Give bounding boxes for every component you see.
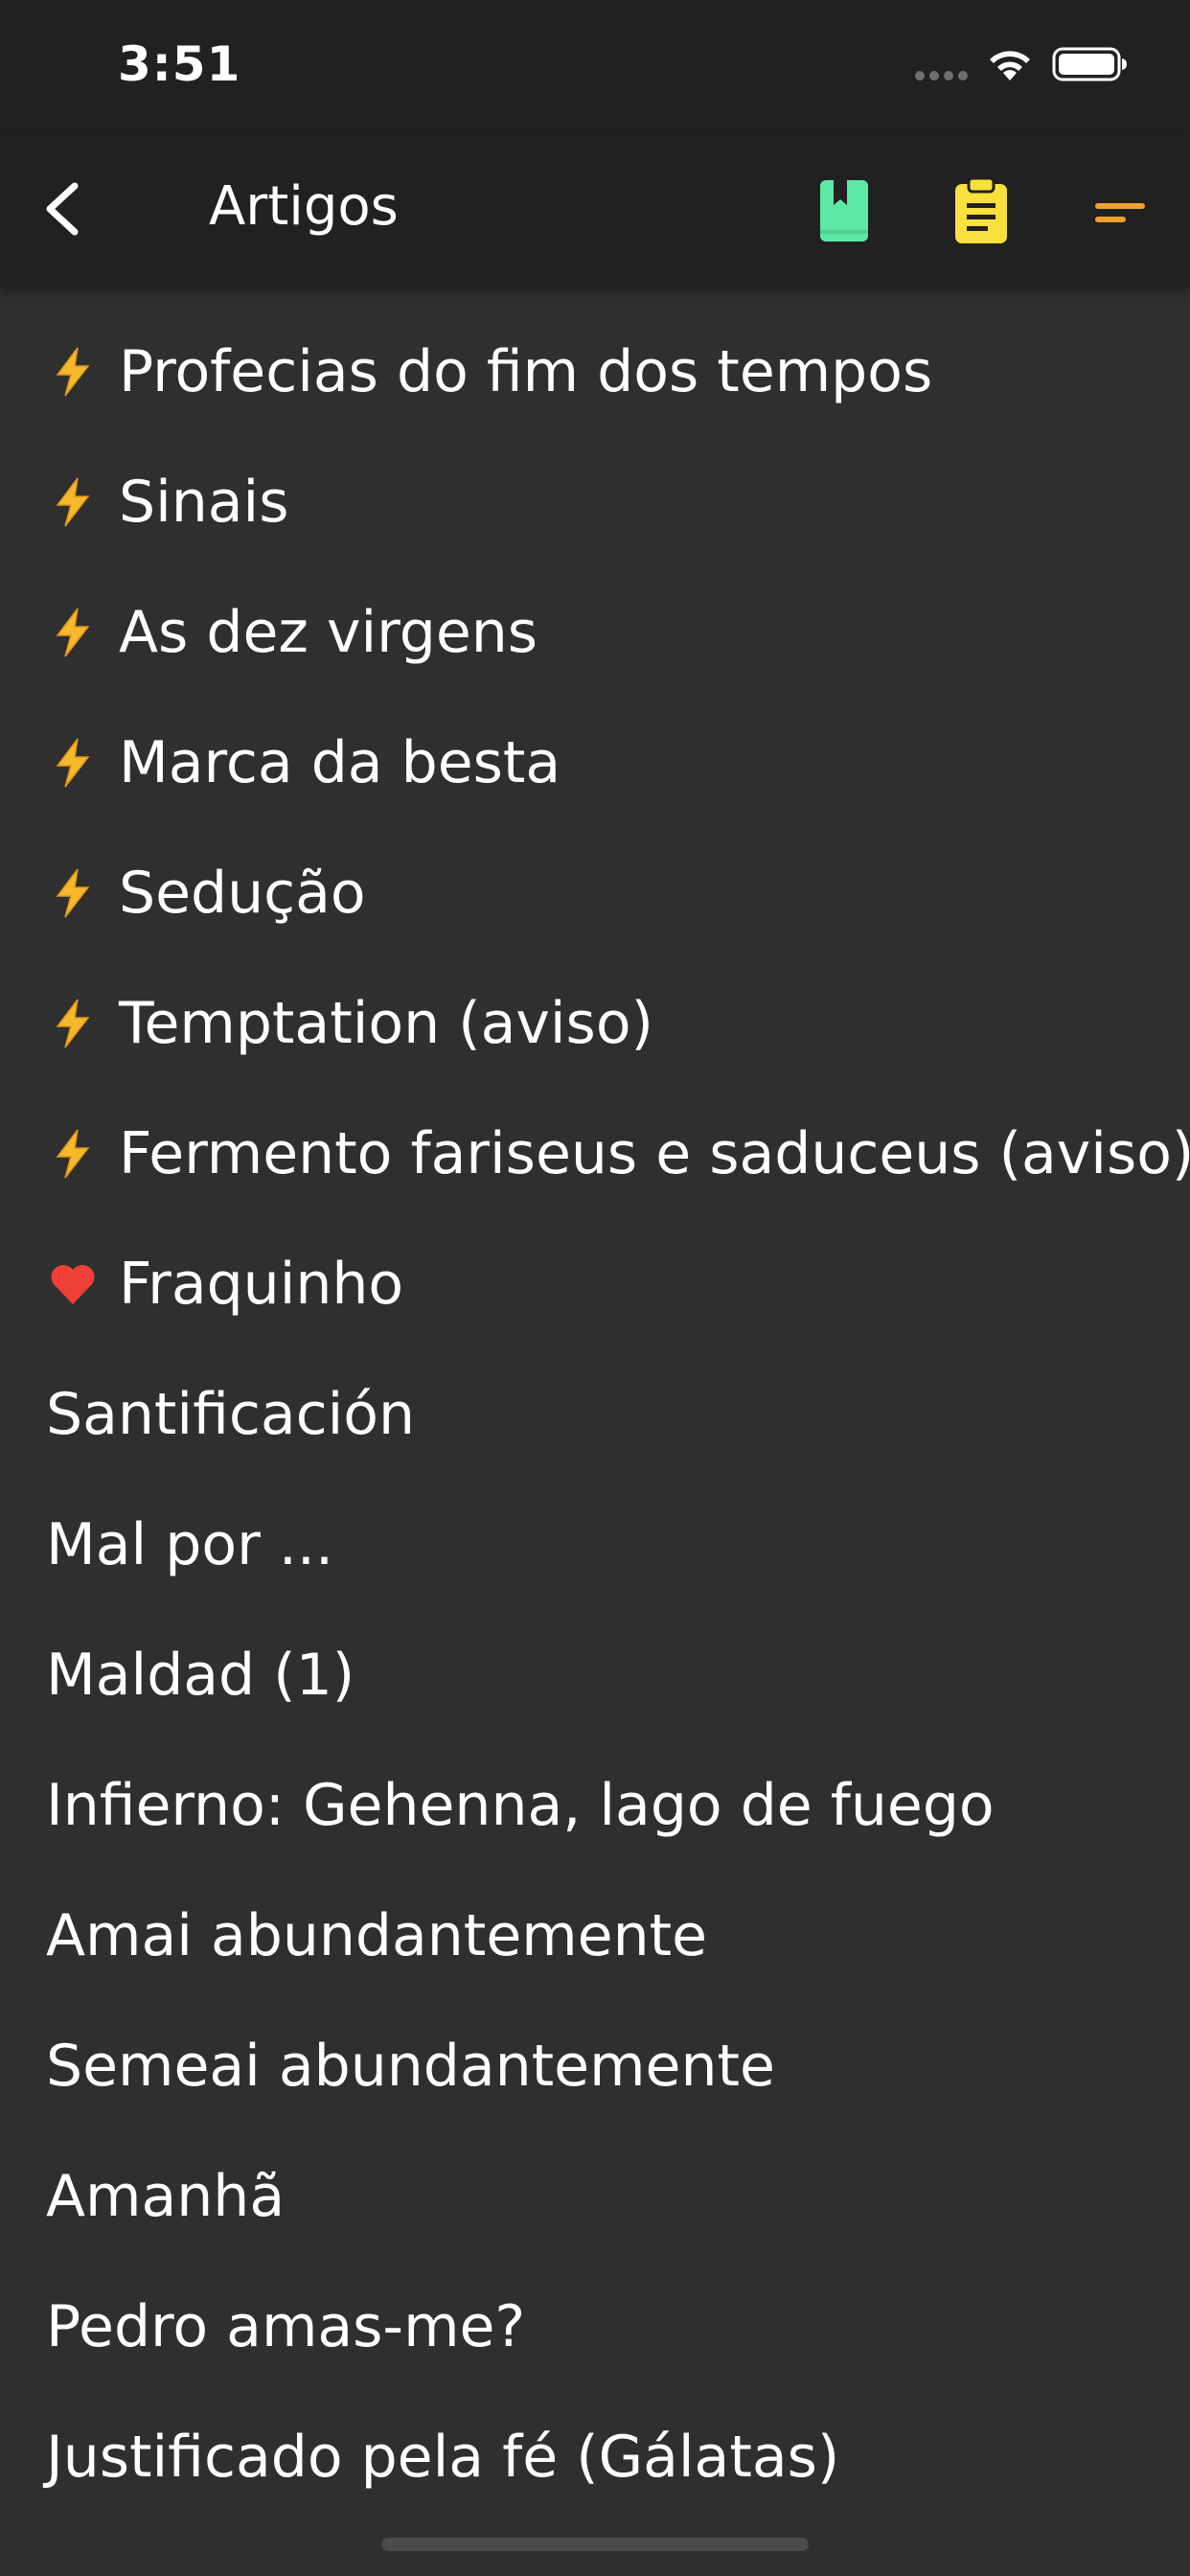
article-title: Justificado pela fé (Gálatas) bbox=[46, 2424, 840, 2491]
article-title: Marca da besta bbox=[119, 729, 561, 796]
lightning-icon bbox=[56, 477, 90, 527]
list-item[interactable]: Profecias do fim dos tempos bbox=[0, 303, 1190, 441]
list-item[interactable]: Sedução bbox=[0, 824, 1190, 962]
list-item[interactable]: As dez virgens bbox=[0, 564, 1190, 702]
lightning-icon bbox=[56, 608, 90, 657]
page-title: Artigos bbox=[209, 175, 399, 238]
bookmarks-button[interactable] bbox=[811, 172, 878, 249]
clipboard-list-icon bbox=[955, 176, 1007, 243]
book-bookmark-icon bbox=[820, 180, 868, 242]
article-title: Sinais bbox=[119, 469, 289, 536]
status-bar: 3:51 bbox=[0, 0, 1190, 134]
home-indicator[interactable] bbox=[381, 2538, 809, 2551]
list-item[interactable]: Maldad (1) bbox=[0, 1606, 1190, 1744]
notes-button[interactable] bbox=[948, 172, 1015, 249]
heart-icon bbox=[51, 1265, 95, 1304]
article-title: Infierno: Gehenna, lago de fuego bbox=[46, 1772, 995, 1839]
articles-list: Profecias do fim dos tempos Sinais As dez … bbox=[0, 288, 1190, 2526]
lightning-icon bbox=[56, 347, 90, 397]
back-button[interactable] bbox=[34, 171, 92, 247]
article-title: Amai abundantemente bbox=[46, 1902, 708, 1969]
list-item[interactable]: Semeai abundantemente bbox=[0, 1997, 1190, 2135]
list-item[interactable]: Sinais bbox=[0, 433, 1190, 571]
list-item[interactable]: Amai abundantemente bbox=[0, 1867, 1190, 2005]
list-item[interactable]: Infierno: Gehenna, lago de fuego bbox=[0, 1736, 1190, 1874]
lightning-icon bbox=[56, 868, 90, 918]
lightning-icon bbox=[56, 738, 90, 788]
list-item[interactable]: Amanhã bbox=[0, 2128, 1190, 2266]
article-title: Temptation (aviso) bbox=[119, 990, 653, 1057]
article-title: Profecias do fim dos tempos bbox=[119, 338, 933, 405]
article-title: Fermento fariseus e saduceus (aviso) bbox=[119, 1120, 1190, 1187]
article-title: As dez virgens bbox=[119, 599, 538, 666]
article-title: Fraquinho bbox=[119, 1251, 404, 1318]
navigation-bar: Artigos bbox=[0, 134, 1190, 288]
battery-icon bbox=[1052, 47, 1127, 81]
sort-lines-icon bbox=[1095, 203, 1145, 222]
article-title: Semeai abundantemente bbox=[46, 2033, 775, 2100]
article-title: Sedução bbox=[119, 860, 366, 927]
wifi-icon bbox=[990, 51, 1030, 80]
cellular-signal-icon bbox=[915, 71, 969, 80]
list-item[interactable]: Temptation (aviso) bbox=[0, 954, 1190, 1092]
lightning-icon bbox=[56, 999, 90, 1048]
sort-button[interactable] bbox=[1086, 172, 1153, 249]
list-item[interactable]: Marca da besta bbox=[0, 694, 1190, 832]
article-title: Maldad (1) bbox=[46, 1642, 355, 1709]
article-title: Amanhã bbox=[46, 2163, 286, 2230]
article-title: Santificación bbox=[46, 1381, 416, 1448]
list-item[interactable]: Santificación bbox=[0, 1346, 1190, 1484]
list-item[interactable]: Fermento fariseus e saduceus (aviso) bbox=[0, 1085, 1190, 1223]
list-item[interactable]: Fraquinho bbox=[0, 1215, 1190, 1353]
lightning-icon bbox=[56, 1129, 90, 1179]
list-item[interactable]: Mal por ... bbox=[0, 1476, 1190, 1614]
list-item[interactable]: Justificado pela fé (Gálatas) bbox=[0, 2388, 1190, 2526]
status-time: 3:51 bbox=[118, 36, 241, 92]
article-title: Mal por ... bbox=[46, 1511, 334, 1578]
list-item[interactable]: Pedro amas-me? bbox=[0, 2258, 1190, 2396]
article-title: Pedro amas-me? bbox=[46, 2293, 526, 2360]
